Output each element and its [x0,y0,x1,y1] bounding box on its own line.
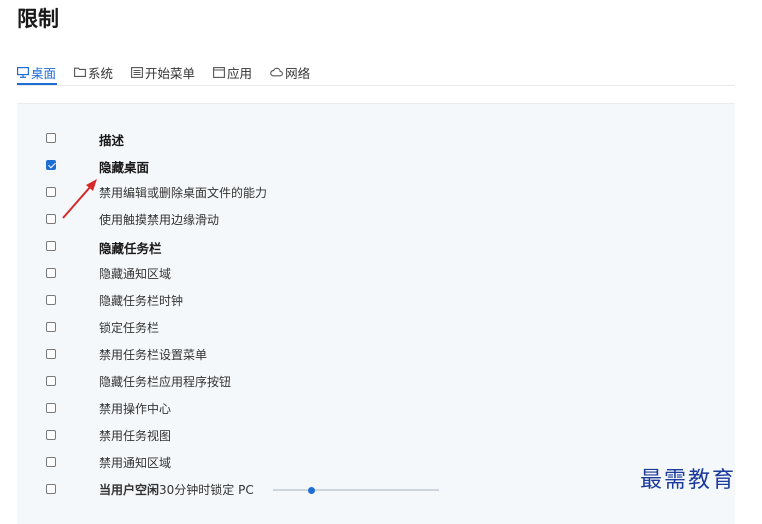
watermark: 最需教育 [640,468,737,493]
option-label: 隐藏任务栏时钟 [99,294,184,308]
option-label: 描述 [99,133,125,148]
tab-system-label: 系统 [88,65,114,81]
option-row: 禁用编辑或删除桌面文件的能力 [17,183,735,203]
page-title: 限制 [17,7,59,31]
option-label: 隐藏通知区域 [99,267,172,281]
option-label: 锁定任务栏 [99,321,160,335]
folder-icon [74,67,86,77]
idle-minutes-slider[interactable] [273,486,439,494]
tab-system[interactable]: 系统 [74,63,113,82]
option-checkbox[interactable] [46,295,56,305]
idle-lock-label: 当用户空闲30分钟时锁定 PC [99,481,254,498]
option-row: 禁用任务视图 [17,426,735,446]
option-row: 隐藏任务栏 [17,237,735,257]
tabs-divider [17,85,735,86]
option-checkbox[interactable] [46,268,56,278]
option-row: 禁用任务栏设置菜单 [17,345,735,365]
tab-apps[interactable]: 应用 [213,63,252,82]
option-label: 禁用任务视图 [99,429,172,443]
idle-lock-suffix: 分钟时锁定 PC [174,483,254,497]
option-checkbox[interactable] [46,133,56,143]
option-label: 禁用编辑或删除桌面文件的能力 [99,186,268,200]
option-checkbox[interactable] [46,214,56,224]
tab-desktop[interactable]: 桌面 [17,63,56,82]
slider-thumb[interactable] [307,486,315,494]
tab-desktop-label: 桌面 [31,65,57,81]
option-row: 隐藏桌面 [17,156,735,176]
monitor-icon [17,66,29,78]
option-checkbox[interactable] [46,430,56,440]
idle-lock-row: 当用户空闲30分钟时锁定 PC [17,480,735,500]
option-label: 使用触摸禁用边缘滑动 [99,213,220,227]
tab-start-menu[interactable]: 开始菜单 [131,63,195,82]
idle-lock-checkbox[interactable] [46,484,56,494]
option-row: 描述 [17,129,735,149]
option-label: 禁用任务栏设置菜单 [99,348,208,362]
option-label: 禁用通知区域 [99,456,172,470]
option-label: 隐藏任务栏 [99,241,162,256]
start-menu-icon [131,66,143,78]
tab-apps-label: 应用 [227,65,253,81]
tab-start-menu-label: 开始菜单 [145,65,196,81]
option-row: 隐藏通知区域 [17,264,735,284]
option-label: 隐藏桌面 [99,160,150,175]
tab-bar: 桌面 系统 开始菜单 应用 网络 [17,61,328,83]
option-row: 使用触摸禁用边缘滑动 [17,210,735,230]
annotation-arrow-icon [62,179,97,219]
option-checkbox[interactable] [46,376,56,386]
option-checkbox[interactable] [46,187,56,197]
app-window-icon [213,66,225,78]
cloud-icon [270,67,283,77]
option-checkbox[interactable] [46,457,56,467]
option-row: 隐藏任务栏时钟 [17,291,735,311]
option-checkbox[interactable] [46,160,56,170]
option-checkbox[interactable] [46,349,56,359]
option-row: 禁用操作中心 [17,399,735,419]
tab-network[interactable]: 网络 [270,63,310,82]
tab-network-label: 网络 [285,65,311,81]
option-row: 锁定任务栏 [17,318,735,338]
option-label: 隐藏任务栏应用程序按钮 [99,375,232,389]
option-checkbox[interactable] [46,322,56,332]
option-checkbox[interactable] [46,241,56,251]
option-row: 隐藏任务栏应用程序按钮 [17,372,735,392]
option-checkbox[interactable] [46,403,56,413]
option-row: 禁用通知区域 [17,453,735,473]
restrictions-panel: 描述 隐藏桌面 禁用编辑或删除桌面文件的能力 使用触摸禁用边缘滑动 隐藏任务栏 … [17,103,735,524]
option-label: 禁用操作中心 [99,402,172,416]
idle-lock-prefix: 当用户空闲 [99,483,160,497]
idle-lock-minutes: 30 [159,483,175,497]
